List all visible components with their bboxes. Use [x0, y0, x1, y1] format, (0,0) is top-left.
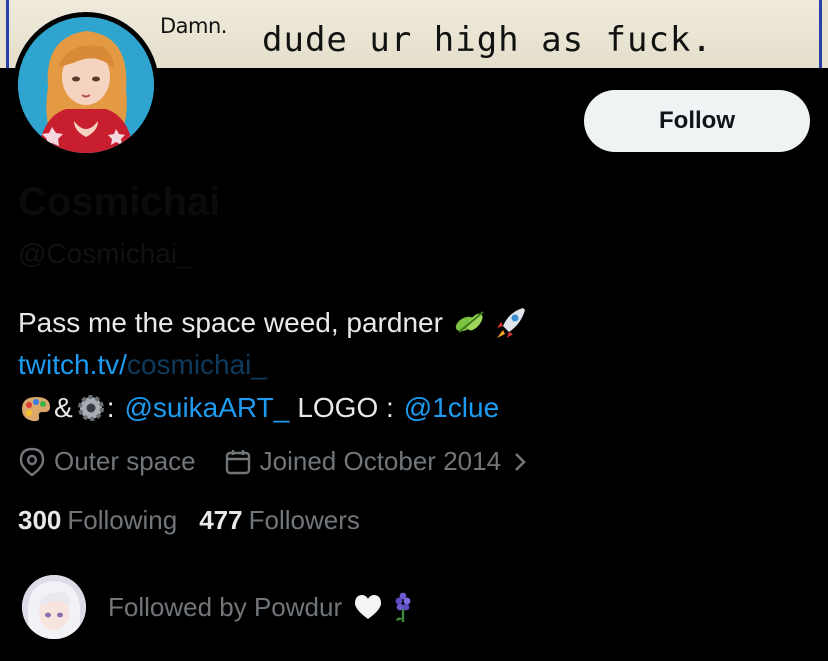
banner-caption-small: Damn. [160, 14, 227, 38]
followed-by-text: Followed by Powdur [108, 591, 414, 623]
follower-avatar [22, 575, 86, 639]
banner-caption-large: dude ur high as fuck. [262, 20, 713, 60]
link-faded-text: cosmichai_ [126, 349, 267, 380]
rocket-icon [493, 306, 529, 340]
calendar-icon [224, 448, 252, 476]
display-name: Cosmichai [18, 180, 221, 224]
followers-label: Followers [248, 505, 360, 535]
banner-border-right [819, 0, 822, 68]
following-count: 300 [18, 505, 62, 535]
profile-avatar[interactable] [13, 12, 159, 158]
followed-by-row[interactable]: Followed by Powdur [22, 575, 414, 639]
user-handle: @Cosmichai_ [18, 238, 193, 269]
white-heart-icon [352, 593, 384, 621]
credits-colon: : [106, 392, 115, 423]
gear-icon [75, 392, 107, 424]
logo-credit-label: LOGO : [297, 392, 394, 423]
chevron-right-icon [513, 451, 527, 473]
artist-mention[interactable]: @suikaART_ [124, 392, 289, 424]
link-visible-text: twitch.tv/ [18, 349, 127, 380]
credits-ampersand: & [54, 392, 73, 423]
location-pin-icon [18, 447, 46, 477]
following-label: Following [67, 505, 178, 535]
follow-button[interactable]: Follow [584, 90, 810, 152]
banner-border-left [6, 0, 9, 68]
join-date[interactable]: Joined October 2014 [224, 446, 527, 477]
location-text: Outer space [54, 446, 196, 476]
bio-line: Pass me the space weed, pardner [18, 306, 529, 340]
herb-icon [453, 308, 487, 338]
bio-text: Pass me the space weed, pardner [18, 307, 443, 338]
profile-meta: Outer space Joined October 2014 [18, 446, 527, 477]
bio-link-line: twitch.tv/cosmichai_ [18, 349, 267, 381]
join-date-text: Joined October 2014 [259, 446, 502, 476]
location: Outer space [18, 446, 196, 477]
logo-mention[interactable]: @1clue [404, 392, 499, 424]
followed-by-label: Followed by Powdur [108, 591, 343, 622]
twitch-link[interactable]: twitch.tv/cosmichai_ [18, 349, 267, 380]
palette-icon [18, 393, 52, 423]
follow-stats: 300 Following 477 Followers [18, 505, 382, 536]
following-stat[interactable]: 300 Following [18, 505, 177, 536]
hyacinth-icon [392, 591, 414, 623]
followers-stat[interactable]: 477 Followers [199, 505, 360, 536]
bio-credits-line: & : @suikaART_ LOGO : @1clue [18, 392, 499, 424]
followers-count: 477 [199, 505, 243, 535]
avatar-image [18, 17, 154, 153]
